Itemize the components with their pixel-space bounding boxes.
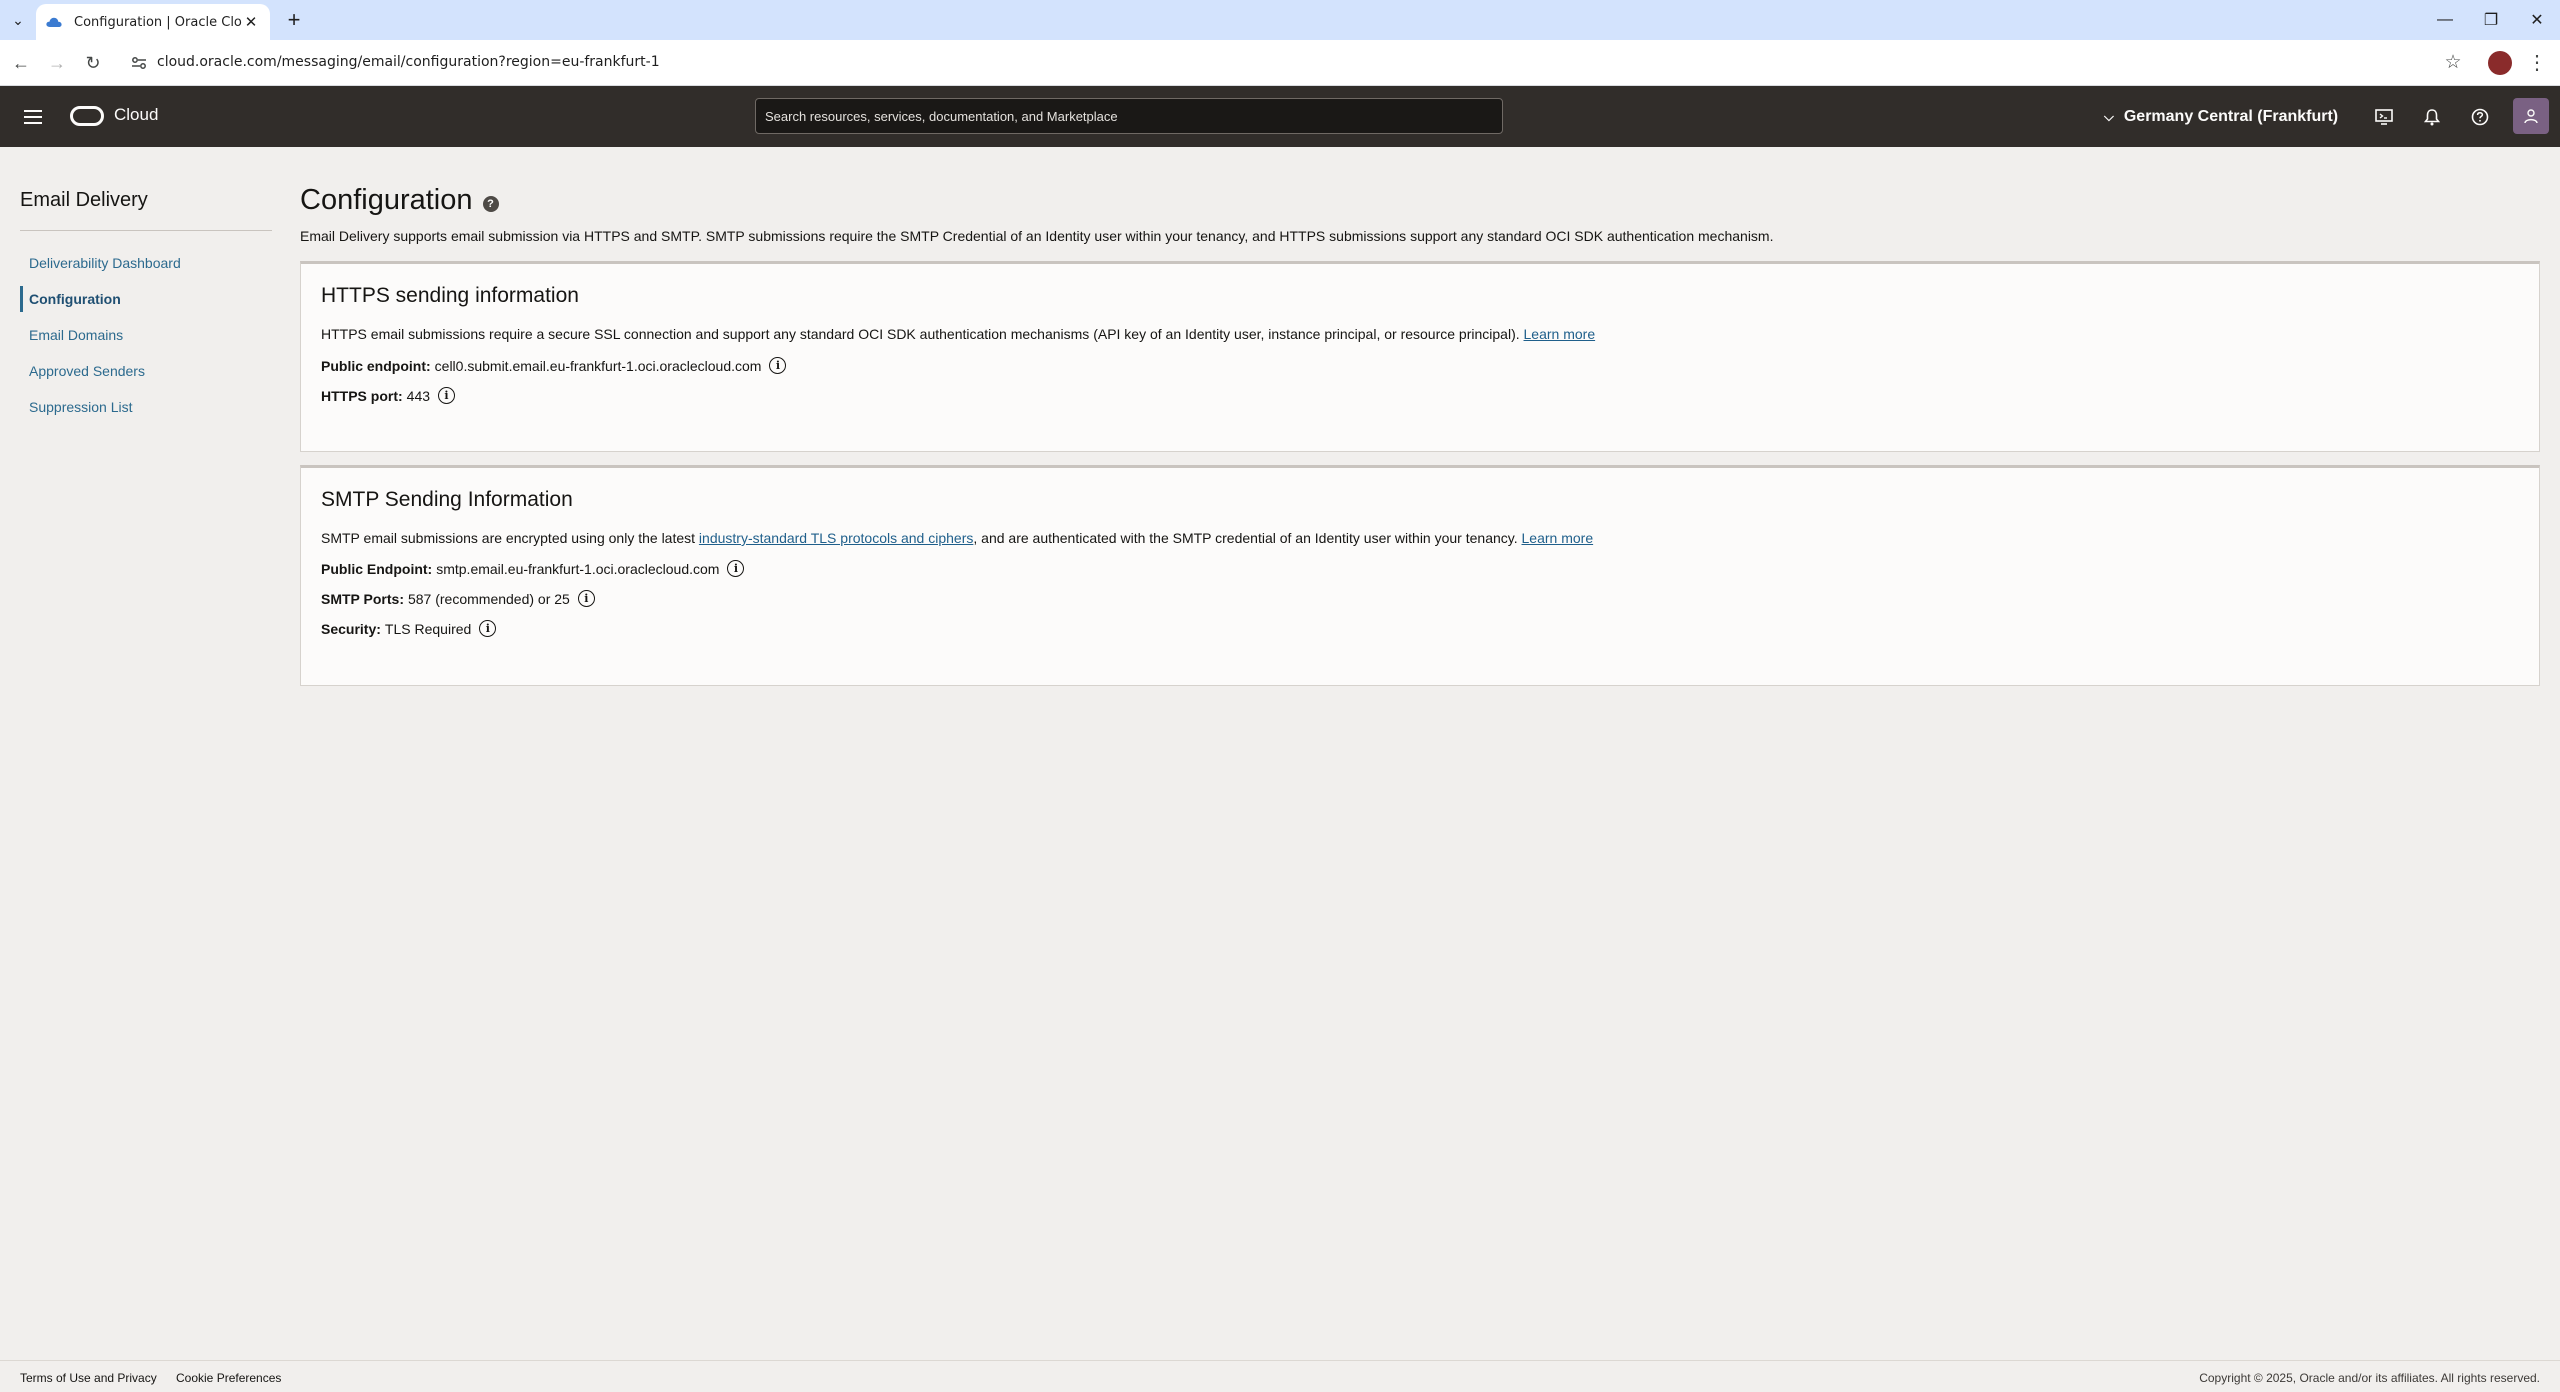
site-info-icon[interactable] bbox=[128, 52, 150, 74]
smtp-endpoint-value: smtp.email.eu-frankfurt-1.oci.oracleclou… bbox=[436, 560, 720, 577]
browser-address-bar: ← → ↻ cloud.oracle.com/messaging/email/c… bbox=[0, 40, 2560, 86]
sidebar-item-configuration[interactable]: Configuration bbox=[20, 286, 272, 312]
sidebar-item-suppression-list[interactable]: Suppression List bbox=[20, 394, 272, 420]
smtp-endpoint-info-icon[interactable]: i bbox=[727, 560, 745, 577]
smtp-card-title: SMTP Sending Information bbox=[321, 488, 573, 511]
smtp-security-info-icon[interactable]: i bbox=[479, 620, 497, 637]
forward-icon[interactable]: → bbox=[44, 50, 70, 76]
https-endpoint-label: Public endpoint: bbox=[321, 357, 431, 374]
restore-icon[interactable]: ❐ bbox=[2468, 0, 2514, 40]
region-label: Germany Central (Frankfurt) bbox=[2123, 108, 2339, 125]
smtp-description-pre: SMTP email submissions are encrypted usi… bbox=[321, 530, 696, 546]
back-icon[interactable]: ← bbox=[8, 50, 34, 76]
https-port-value: 443 bbox=[406, 387, 431, 404]
cloud-shell-icon[interactable] bbox=[2370, 103, 2398, 131]
oracle-cloud-favicon-icon bbox=[46, 13, 64, 31]
sidebar-item-email-domains[interactable]: Email Domains bbox=[20, 322, 272, 348]
sidenav-title: Email Delivery bbox=[20, 189, 148, 211]
page-title-row: Configuration ? bbox=[300, 184, 499, 217]
https-sending-card: HTTPS sending information HTTPS email su… bbox=[300, 261, 2540, 452]
https-card-title: HTTPS sending information bbox=[321, 284, 579, 307]
user-profile-icon[interactable] bbox=[2513, 98, 2549, 134]
https-port-label: HTTPS port: bbox=[321, 387, 403, 404]
browser-tab[interactable]: Configuration | Oracle Cloud In ✕ bbox=[36, 4, 270, 40]
tls-protocols-link[interactable]: industry-standard TLS protocols and ciph… bbox=[699, 530, 973, 546]
search-input[interactable] bbox=[756, 99, 1502, 133]
https-learn-more-link[interactable]: Learn more bbox=[1524, 326, 1596, 342]
url-field[interactable]: cloud.oracle.com/messaging/email/configu… bbox=[157, 54, 660, 70]
window-close-icon[interactable]: ✕ bbox=[2514, 0, 2560, 40]
tab-search-chevron-icon[interactable]: ⌄ bbox=[6, 8, 30, 32]
region-selector[interactable]: ⌵ Germany Central (Frankfurt) bbox=[2104, 104, 2338, 130]
cookie-preferences-link[interactable]: Cookie Preferences bbox=[176, 1371, 281, 1385]
browser-profile-avatar[interactable] bbox=[2488, 51, 2512, 75]
page-footer: Terms of Use and Privacy Cookie Preferen… bbox=[0, 1360, 2560, 1392]
smtp-security-value: TLS Required bbox=[384, 620, 472, 637]
new-tab-icon[interactable]: + bbox=[280, 6, 308, 34]
page-help-icon[interactable]: ? bbox=[482, 195, 499, 212]
smtp-security-label: Security: bbox=[321, 620, 381, 637]
browser-menu-icon[interactable]: ⋮ bbox=[2524, 50, 2550, 76]
smtp-endpoint-row: Public Endpoint: smtp.email.eu-frankfurt… bbox=[321, 560, 745, 577]
sidenav-divider bbox=[20, 230, 272, 231]
https-endpoint-row: Public endpoint: cell0.submit.email.eu-f… bbox=[321, 357, 787, 374]
smtp-endpoint-label: Public Endpoint: bbox=[321, 560, 433, 577]
https-endpoint-info-icon[interactable]: i bbox=[769, 357, 787, 374]
help-icon[interactable] bbox=[2466, 103, 2494, 131]
https-port-info-icon[interactable]: i bbox=[438, 387, 456, 404]
smtp-ports-label: SMTP Ports: bbox=[321, 590, 404, 607]
hamburger-menu-icon[interactable] bbox=[20, 104, 46, 130]
smtp-ports-row: SMTP Ports: 587 (recommended) or 25 i bbox=[321, 590, 595, 607]
https-description: HTTPS email submissions require a secure… bbox=[321, 326, 1520, 342]
brand-label[interactable]: Cloud bbox=[114, 105, 158, 125]
oci-header: Cloud ⌵ Germany Central (Frankfurt) bbox=[0, 86, 2560, 147]
copyright-text: Copyright © 2025, Oracle and/or its affi… bbox=[2199, 1371, 2540, 1385]
smtp-security-row: Security: TLS Required i bbox=[321, 620, 497, 637]
chevron-down-icon: ⌵ bbox=[2104, 109, 2114, 124]
smtp-sending-card: SMTP Sending Information SMTP email subm… bbox=[300, 465, 2540, 686]
https-endpoint-value: cell0.submit.email.eu-frankfurt-1.oci.or… bbox=[434, 357, 762, 374]
smtp-ports-info-icon[interactable]: i bbox=[577, 590, 595, 607]
smtp-description-post: , and are authenticated with the SMTP cr… bbox=[973, 530, 1518, 546]
page-description: Email Delivery supports email submission… bbox=[300, 228, 1774, 244]
tab-title: Configuration | Oracle Cloud In bbox=[74, 14, 242, 30]
sidebar-item-approved-senders[interactable]: Approved Senders bbox=[20, 358, 272, 384]
tab-close-icon[interactable]: ✕ bbox=[242, 13, 260, 31]
browser-tab-bar: ⌄ Configuration | Oracle Cloud In ✕ + — … bbox=[0, 0, 2560, 40]
search-bar[interactable] bbox=[755, 98, 1503, 134]
smtp-description-line: SMTP email submissions are encrypted usi… bbox=[321, 530, 1593, 546]
smtp-ports-value: 587 (recommended) or 25 bbox=[407, 590, 570, 607]
terms-link[interactable]: Terms of Use and Privacy bbox=[20, 1371, 157, 1385]
https-description-line: HTTPS email submissions require a secure… bbox=[321, 326, 1595, 342]
reload-icon[interactable]: ↻ bbox=[80, 50, 106, 76]
bookmark-star-icon[interactable]: ☆ bbox=[2440, 50, 2466, 76]
minimize-icon[interactable]: — bbox=[2422, 0, 2468, 40]
https-port-row: HTTPS port: 443 i bbox=[321, 387, 456, 404]
smtp-learn-more-link[interactable]: Learn more bbox=[1522, 530, 1594, 546]
oracle-logo-icon[interactable] bbox=[70, 106, 104, 126]
page-title: Configuration bbox=[300, 184, 473, 216]
notifications-bell-icon[interactable] bbox=[2418, 103, 2446, 131]
sidebar-item-deliverability-dashboard[interactable]: Deliverability Dashboard bbox=[20, 250, 272, 276]
